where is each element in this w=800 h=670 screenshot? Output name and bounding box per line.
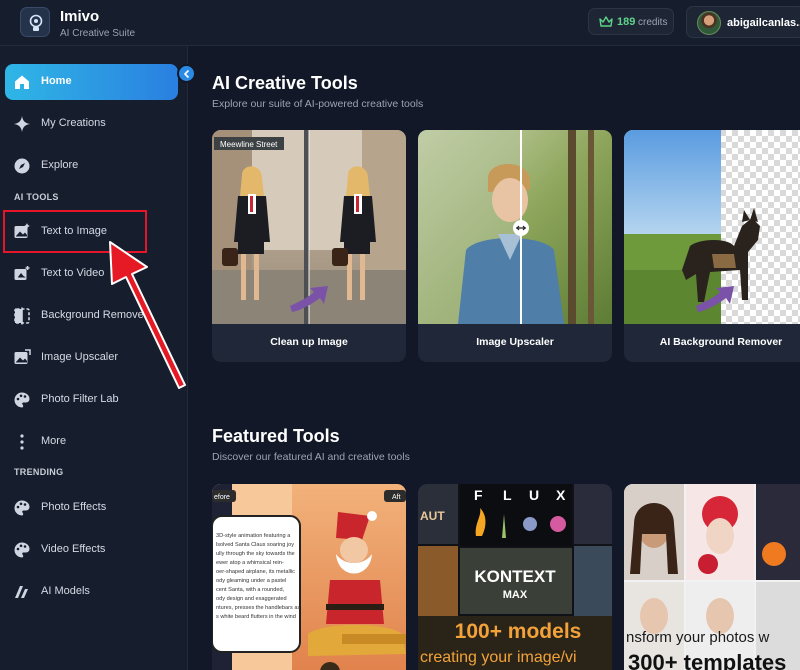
sidebar-item-label: More bbox=[41, 435, 67, 447]
sidebar-item-label: My Creations bbox=[41, 117, 106, 129]
section-subtitle-featured-tools: Discover our featured AI and creative to… bbox=[212, 451, 410, 463]
featured-card-photo-templates[interactable]: nsform your photos w 300+ templates bbox=[624, 484, 800, 670]
kontext-text: KONTEXT bbox=[474, 567, 556, 586]
filter-palette-icon bbox=[14, 392, 30, 408]
section-title-featured-tools: Featured Tools bbox=[212, 426, 340, 446]
left-tag-text: AUT bbox=[420, 509, 445, 523]
credits-count: 189 bbox=[617, 16, 636, 28]
tool-card-clean-up-image[interactable]: Meewline Street Clean up Image bbox=[212, 130, 406, 362]
note-line: ully through the sky towards the bbox=[216, 551, 295, 557]
before-badge: efore bbox=[214, 494, 230, 501]
featured-card-ai-models[interactable]: F L U X AUT KONTEXT MAX 100+ models crea… bbox=[418, 484, 612, 670]
creating-text: creating your image/vi bbox=[420, 649, 577, 666]
background-remover-preview bbox=[624, 130, 800, 324]
note-line: 3D-style animation featuring a bbox=[216, 533, 291, 539]
section-subtitle-creative-tools: Explore our suite of AI-powered creative… bbox=[212, 98, 424, 110]
sidebar-item-label: Explore bbox=[41, 159, 79, 171]
note-line: ody gleaming under a pastel bbox=[216, 578, 286, 584]
image-upscale-icon bbox=[14, 349, 31, 364]
crown-icon bbox=[599, 16, 613, 27]
user-menu-button[interactable]: abigailcanlas... bbox=[686, 6, 800, 38]
sidebar-item-more[interactable]: More bbox=[5, 424, 178, 460]
home-icon bbox=[15, 75, 29, 89]
sidebar-item-home[interactable]: Home bbox=[5, 64, 178, 100]
sidebar-item-label: AI Models bbox=[41, 585, 90, 597]
tool-card-label: AI Background Remover bbox=[659, 336, 783, 348]
flux-letter: F bbox=[474, 487, 483, 503]
sidebar-item-label: Photo Effects bbox=[41, 501, 107, 513]
sidebar-item-my-creations[interactable]: My Creations bbox=[5, 106, 178, 142]
note-line: s white beard flutters in the wind bbox=[216, 614, 296, 620]
note-line: cent Santa, with a rounded, bbox=[216, 587, 285, 593]
sparkle-icon bbox=[14, 116, 30, 132]
video-plus-icon bbox=[14, 266, 30, 280]
compass-icon bbox=[14, 158, 30, 174]
sidebar-item-explore[interactable]: Explore bbox=[5, 148, 178, 184]
credits-badge[interactable]: 189 credits bbox=[588, 8, 674, 35]
models-icon bbox=[15, 586, 28, 598]
note-line: ntures, presses the handlebars as bbox=[216, 605, 300, 611]
app-name: Imivo bbox=[60, 8, 100, 25]
street-sign-text: Meewline Street bbox=[220, 140, 278, 149]
santa-animation-preview: 3D-style animation featuring a lsolved S… bbox=[212, 484, 406, 670]
flux-letter: L bbox=[503, 487, 512, 503]
max-text: MAX bbox=[503, 589, 528, 601]
effects-palette-icon bbox=[14, 500, 30, 516]
note-line: ewer atop a whimsical rein- bbox=[216, 560, 284, 566]
logo-icon bbox=[29, 14, 43, 31]
username: abigailcanlas... bbox=[727, 17, 800, 29]
note-line: ody design and exaggerated bbox=[216, 596, 287, 602]
featured-card-santa-animation[interactable]: 3D-style animation featuring a lsolved S… bbox=[212, 484, 406, 670]
photo-templates-preview: nsform your photos w 300+ templates bbox=[624, 484, 800, 670]
templates-count-text: 300+ templates bbox=[628, 650, 786, 670]
sidebar-item-label: Home bbox=[41, 75, 72, 87]
split-frame-icon bbox=[14, 307, 30, 325]
main-content: AI Creative Tools Explore our suite of A… bbox=[188, 46, 800, 670]
tool-card-ai-background-remover[interactable]: AI Background Remover bbox=[624, 130, 800, 362]
tool-card-image-upscaler[interactable]: Image Upscaler bbox=[418, 130, 612, 362]
clean-up-image-preview: Meewline Street bbox=[212, 130, 406, 324]
sidebar-item-label: Video Effects bbox=[41, 543, 106, 555]
note-line: lsolved Santa Claus soaring joy bbox=[216, 542, 294, 548]
section-label-trending: TRENDING bbox=[14, 467, 64, 477]
video-effects-icon bbox=[14, 542, 30, 558]
image-upscaler-preview bbox=[418, 130, 612, 324]
transform-text: nsform your photos w bbox=[626, 629, 770, 646]
flux-letter: U bbox=[529, 487, 539, 503]
app-logo[interactable] bbox=[20, 7, 50, 37]
pointer-arrow-icon bbox=[109, 241, 186, 389]
app-subtitle: AI Creative Suite bbox=[60, 28, 136, 39]
section-title-creative-tools: AI Creative Tools bbox=[212, 73, 358, 93]
tool-card-label: Clean up Image bbox=[270, 336, 348, 348]
more-vertical-icon bbox=[20, 434, 24, 450]
avatar bbox=[697, 11, 721, 35]
tool-card-label: Image Upscaler bbox=[476, 336, 554, 348]
sidebar-item-photo-effects[interactable]: Photo Effects bbox=[5, 490, 178, 526]
section-label-ai-tools: AI TOOLS bbox=[14, 192, 59, 202]
sidebar-item-video-effects[interactable]: Video Effects bbox=[5, 532, 178, 568]
sidebar-item-ai-models[interactable]: AI Models bbox=[5, 574, 178, 610]
ai-models-preview: F L U X AUT KONTEXT MAX 100+ models crea… bbox=[418, 484, 612, 670]
note-line: oer-shaped airplane, its metallic bbox=[216, 569, 295, 575]
credits-label: credits bbox=[638, 17, 668, 28]
top-bar: Imivo AI Creative Suite 189 credits abig… bbox=[0, 0, 800, 46]
models-count-text: 100+ models bbox=[455, 620, 582, 643]
after-badge: Aft bbox=[392, 494, 401, 501]
flux-letter: X bbox=[556, 487, 566, 503]
